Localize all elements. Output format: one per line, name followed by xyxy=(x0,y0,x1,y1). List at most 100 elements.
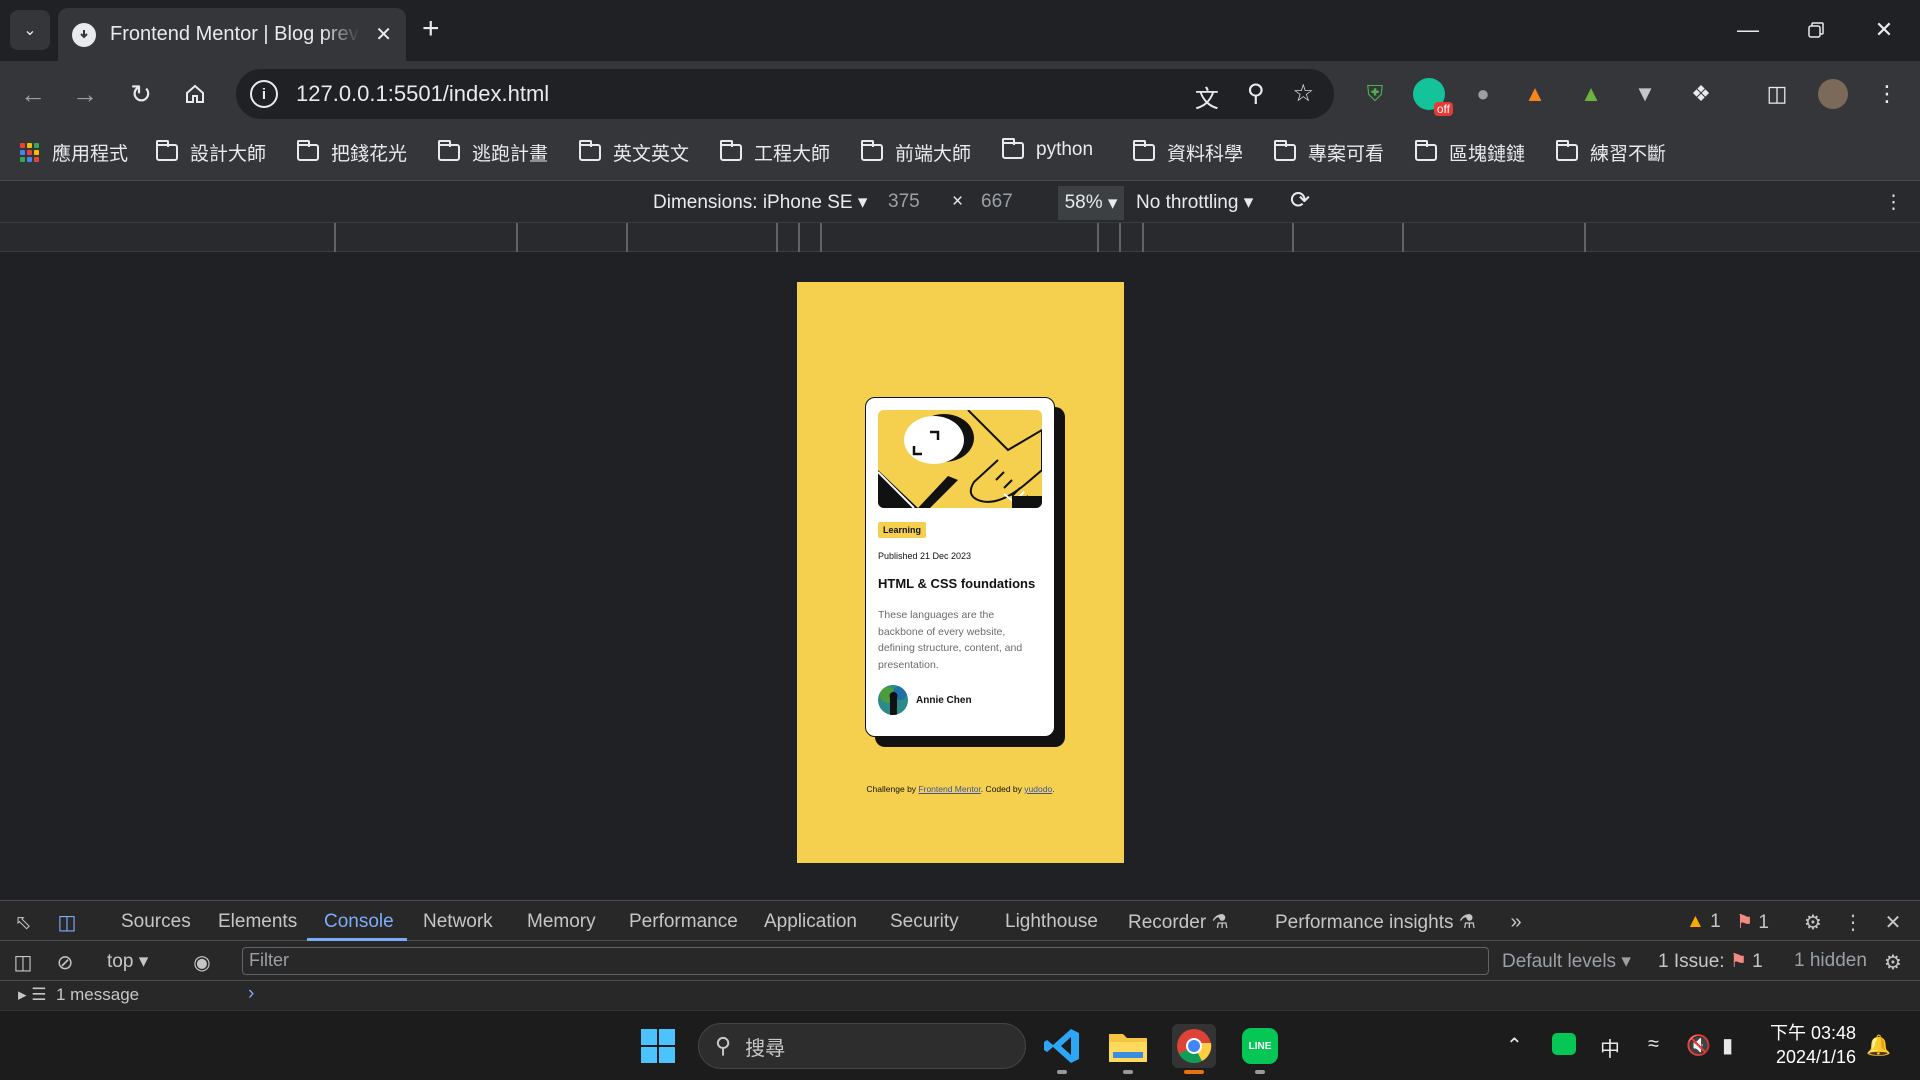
start-button[interactable] xyxy=(636,1024,680,1068)
bookmark-folder[interactable]: 逃跑計畫 xyxy=(438,139,548,166)
menu-icon[interactable]: ⋮ xyxy=(1870,77,1904,111)
tab-sources[interactable]: Sources xyxy=(121,911,191,933)
wifi-icon[interactable]: ≈ xyxy=(1648,1033,1659,1056)
home-button[interactable] xyxy=(176,75,214,113)
filter-input[interactable]: Filter xyxy=(242,947,1489,975)
reload-button[interactable]: ↻ xyxy=(122,75,160,113)
line-tray-icon[interactable] xyxy=(1552,1033,1576,1061)
bookmark-folder[interactable]: 資料科學 xyxy=(1133,139,1243,166)
tab-elements[interactable]: Elements xyxy=(218,911,297,933)
bookmark-folder[interactable]: 區塊鏈鏈 xyxy=(1415,139,1525,166)
media-query-ruler[interactable] xyxy=(0,223,1920,252)
vscode-icon[interactable] xyxy=(1040,1024,1084,1074)
issues-badge[interactable]: ⚑ 1 xyxy=(1736,911,1769,934)
ruler-tick xyxy=(820,223,822,252)
context-select[interactable]: top ▾ xyxy=(107,950,148,973)
default-levels-label: Default levels xyxy=(1502,951,1617,972)
caret-down-icon: ▾ xyxy=(138,951,149,972)
issues-link[interactable]: 1 Issue: ⚑ 1 xyxy=(1658,950,1763,973)
bookmark-folder[interactable]: 設計大師 xyxy=(156,139,266,166)
bookmark-folder[interactable]: 英文英文 xyxy=(579,139,689,166)
zoom-icon[interactable]: ⚲ xyxy=(1247,79,1265,114)
new-tab-button[interactable]: + xyxy=(422,14,440,44)
tab-lighthouse[interactable]: Lighthouse xyxy=(1005,911,1098,933)
folder-icon xyxy=(1133,140,1155,161)
console-prompt[interactable]: › xyxy=(248,983,254,1005)
settings-gear-icon[interactable]: ⚙ xyxy=(1800,909,1826,935)
device-toggle-icon[interactable]: ◫ xyxy=(54,909,80,935)
tab-performance-insights[interactable]: Performance insights ⚗ xyxy=(1275,911,1476,934)
warning-count: 1 xyxy=(1710,911,1721,932)
bookmark-folder[interactable]: 工程大師 xyxy=(720,139,830,166)
close-window-button[interactable]: ✕ xyxy=(1864,12,1904,48)
chrome-icon[interactable] xyxy=(1172,1024,1216,1074)
metamask-icon[interactable]: ▲ xyxy=(1518,77,1552,111)
eye-icon[interactable]: ◉ xyxy=(189,949,215,975)
zoom-select[interactable]: 58% ▾ xyxy=(1058,186,1124,220)
device-select[interactable]: Dimensions: iPhone SE ▾ xyxy=(653,191,867,214)
tab-title: Frontend Mentor | Blog preview card xyxy=(110,23,360,45)
notification-bell-icon[interactable]: 🔔 xyxy=(1866,1033,1891,1058)
minimize-button[interactable]: — xyxy=(1728,12,1768,48)
blog-preview-card[interactable]: Learning Published 21 Dec 2023 HTML & CS… xyxy=(865,397,1055,737)
console-settings-icon[interactable]: ⚙ xyxy=(1880,949,1906,975)
tab-security[interactable]: Security xyxy=(890,911,959,933)
browser-tab[interactable]: Frontend Mentor | Blog preview card ✕ xyxy=(58,8,406,61)
devtools-menu-icon[interactable]: ⋮ xyxy=(1840,909,1866,935)
file-explorer-icon[interactable] xyxy=(1106,1024,1150,1074)
taskbar-search[interactable]: ⚲ 搜尋 xyxy=(698,1023,1026,1069)
tab-network[interactable]: Network xyxy=(423,911,493,933)
throttling-select[interactable]: No throttling ▾ xyxy=(1136,191,1253,214)
tree-extension-icon[interactable]: ▲ xyxy=(1574,77,1608,111)
height-input[interactable]: 667 xyxy=(981,191,1013,213)
bookmark-apps[interactable]: 應用程式 xyxy=(20,139,128,166)
tab-search-button[interactable]: ⌄ xyxy=(10,10,50,50)
shield-icon[interactable]: ⛨ xyxy=(1358,77,1392,111)
clear-console-icon[interactable]: ⊘ xyxy=(52,949,78,975)
show-hidden-icons[interactable]: ⌃ xyxy=(1506,1033,1523,1058)
inspect-element-icon[interactable]: ⬁ xyxy=(10,909,36,935)
tab-recorder[interactable]: Recorder ⚗ xyxy=(1128,911,1228,934)
profile-avatar[interactable] xyxy=(1816,77,1850,111)
bookmark-folder[interactable]: 練習不斷 xyxy=(1556,139,1666,166)
restore-button[interactable] xyxy=(1796,12,1836,48)
back-button[interactable]: ← xyxy=(14,75,52,113)
default-levels-select[interactable]: Default levels ▾ xyxy=(1502,950,1631,973)
bookmark-folder[interactable]: 專案可看 xyxy=(1274,139,1384,166)
rotate-icon[interactable]: ⟳ xyxy=(1290,186,1310,215)
extension-icon[interactable]: ● xyxy=(1466,77,1500,111)
battery-icon[interactable]: ▮ xyxy=(1722,1033,1733,1058)
sidebar-toggle-icon[interactable]: ◫ xyxy=(10,949,36,975)
translate-icon[interactable]: 文 xyxy=(1195,79,1219,114)
ime-indicator[interactable]: 中 xyxy=(1600,1033,1620,1062)
grammarly-extension-icon[interactable]: off xyxy=(1412,77,1453,116)
tab-memory[interactable]: Memory xyxy=(527,911,596,933)
bookmark-folder[interactable]: 把錢花光 xyxy=(297,139,407,166)
tab-close-icon[interactable]: ✕ xyxy=(375,22,392,47)
address-bar[interactable]: i 127.0.0.1:5501/index.html 文 ⚲ ☆ xyxy=(236,69,1334,119)
vue-devtools-icon[interactable]: ▼ xyxy=(1628,77,1662,111)
tab-application[interactable]: Application xyxy=(764,911,857,933)
system-clock[interactable]: 下午 03:48 2024/1/16 xyxy=(1770,1021,1856,1069)
forward-button[interactable]: → xyxy=(66,75,104,113)
warnings-badge[interactable]: ▲ 1 xyxy=(1686,911,1721,933)
bookmark-folder[interactable]: python xyxy=(1002,137,1093,161)
message-group[interactable]: ▸ ☰ 1 message xyxy=(18,985,139,1005)
close-devtools-icon[interactable]: ✕ xyxy=(1880,909,1906,935)
tab-console[interactable]: Console xyxy=(324,911,394,933)
more-tabs-icon[interactable]: » xyxy=(1503,909,1529,935)
extensions-puzzle-icon[interactable]: ❖ xyxy=(1684,77,1718,111)
flask-icon: ⚗ xyxy=(1458,912,1476,933)
line-app-icon[interactable]: LINE xyxy=(1238,1024,1282,1074)
bookmark-folder[interactable]: 前端大師 xyxy=(861,139,971,166)
site-info-icon[interactable]: i xyxy=(250,80,278,108)
author-link[interactable]: yudodo xyxy=(1024,784,1052,794)
tab-performance[interactable]: Performance xyxy=(629,911,738,933)
volume-muted-icon[interactable]: 🔇 xyxy=(1686,1033,1711,1058)
frontend-mentor-link[interactable]: Frontend Mentor xyxy=(918,784,980,794)
width-input[interactable]: 375 xyxy=(888,191,920,213)
more-options-icon[interactable]: ⋮ xyxy=(1884,191,1903,214)
card-title[interactable]: HTML & CSS foundations xyxy=(878,576,1042,591)
bookmark-star-icon[interactable]: ☆ xyxy=(1292,79,1314,114)
side-panel-icon[interactable]: ◫ xyxy=(1760,77,1794,111)
